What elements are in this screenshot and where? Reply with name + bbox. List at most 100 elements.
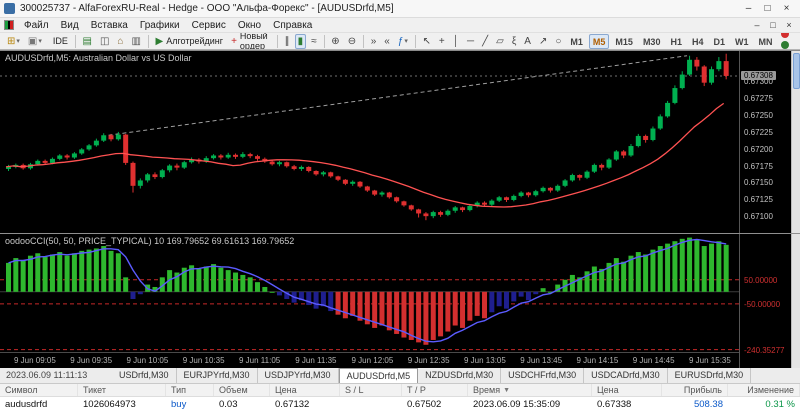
vertical-line-button[interactable]: │: [450, 34, 462, 49]
column-header-tp[interactable]: T / P: [402, 384, 468, 396]
chart-tab[interactable]: EURJPYrfd,M30: [177, 368, 258, 383]
column-header-label: Тип: [171, 385, 187, 395]
arrows-button-icon: ↗: [538, 35, 548, 47]
timeframe-h1[interactable]: H1: [666, 34, 686, 49]
time-axis-label: 9 Jun 09:05: [14, 356, 56, 365]
algo-trading-button[interactable]: ▶ Алготрейдинг: [153, 34, 227, 49]
auto-scroll-button[interactable]: »: [368, 34, 380, 49]
menu-item-view[interactable]: Вид: [55, 18, 85, 33]
main-chart[interactable]: AUDUSDrfd,M5: Australian Dollar vs US Do…: [0, 51, 739, 233]
bars-chart-button-icon: ∥: [284, 35, 290, 47]
position-row[interactable]: audusdrfd 1026064973 buy 0.03 0.67132 0.67502…: [0, 397, 800, 411]
close-button[interactable]: ×: [777, 3, 796, 14]
column-header-sl[interactable]: S / L: [340, 384, 402, 396]
vertical-scrollbar[interactable]: [791, 51, 800, 368]
price-label: 0.67125: [744, 195, 773, 205]
chart-tab[interactable]: USDCADrfd,M30: [584, 368, 668, 383]
chart-menu-icon[interactable]: [4, 20, 14, 30]
new-order-button[interactable]: + Новый ордер: [228, 33, 273, 49]
new-order-button-icon: +: [231, 35, 237, 47]
timeframe-m1[interactable]: M1: [566, 34, 587, 49]
timeframe-mn[interactable]: MN: [755, 34, 777, 49]
menu-item-insert[interactable]: Вставка: [85, 18, 134, 33]
timeframe-h4[interactable]: H4: [688, 34, 708, 49]
maximize-button[interactable]: □: [758, 3, 777, 14]
toolbar-separator: [277, 34, 278, 48]
shapes-button[interactable]: ○: [552, 34, 564, 49]
column-header-change[interactable]: Изменение: [728, 384, 800, 396]
column-header-label: S / L: [345, 385, 364, 395]
cursor-button-icon: ↖: [422, 35, 431, 47]
scrollbar-thumb[interactable]: [793, 53, 800, 89]
chart-close-button[interactable]: ×: [781, 20, 797, 30]
column-header-time[interactable]: Время ▼: [468, 384, 592, 396]
line-chart-button-icon: ≈: [311, 35, 317, 47]
text-button[interactable]: A: [521, 34, 534, 49]
horizontal-line-button[interactable]: ─: [464, 34, 477, 49]
timeframe-m30[interactable]: M30: [639, 34, 665, 49]
chart-minimize-button[interactable]: –: [749, 20, 765, 30]
chart-tabs-bar: 2023.06.09 11:11:13 USDrfd,M30 EURJPYrfd,…: [0, 367, 800, 383]
menu-item-charts[interactable]: Графики: [134, 18, 186, 33]
auto-scroll-button-icon: »: [370, 35, 377, 47]
candles-chart-button[interactable]: ▮: [294, 33, 307, 49]
channel-button[interactable]: ▱: [493, 34, 507, 49]
menu-item-file[interactable]: Файл: [18, 18, 55, 33]
ide-button[interactable]: IDE: [47, 34, 71, 49]
column-header-label: Время: [473, 385, 501, 395]
crosshair-button[interactable]: +: [436, 34, 448, 49]
alert-status-icon: [780, 33, 789, 38]
current-price-badge: 0.67308: [741, 70, 776, 80]
timeframe-m15[interactable]: M15: [611, 34, 637, 49]
timeframe-d1[interactable]: D1: [709, 34, 729, 49]
zoom-out-button[interactable]: ⊖: [345, 34, 359, 49]
time-axis[interactable]: 9 Jun 09:05 9 Jun 09:35 9 Jun 10:05 9 Jun 1…: [0, 352, 739, 368]
line-chart-button[interactable]: ≈: [308, 34, 320, 49]
indicator-chart[interactable]: oodooCCI(50, 50, PRICE_TYPICAL) 10 169.7…: [0, 234, 739, 352]
zoom-in-button[interactable]: ⊕: [328, 34, 342, 49]
data-window-button[interactable]: ◫: [97, 34, 112, 49]
profiles-button[interactable]: ▣ ▾: [25, 34, 45, 49]
chart-tab[interactable]: USDrfd,M30: [112, 368, 177, 383]
cell-tp: 0.67502: [407, 398, 442, 410]
cell-ticket: 1026064973: [83, 398, 136, 410]
chart-tab[interactable]: USDCHFrfd,M30: [501, 368, 585, 383]
navigator-button[interactable]: ⌂: [114, 34, 126, 49]
column-header-price_current[interactable]: Цена: [592, 384, 662, 396]
minimize-button[interactable]: –: [739, 3, 758, 14]
chart-tab[interactable]: NZDUSDrfd,M30: [418, 368, 502, 383]
toolbar-separator: [414, 34, 416, 48]
chart-tab[interactable]: USDJPYrfd,M30: [258, 368, 339, 383]
time-axis-label: 9 Jun 12:35: [407, 356, 450, 365]
pane-splitter[interactable]: [0, 233, 800, 234]
menu-item-help[interactable]: Справка: [267, 18, 318, 33]
column-header-volume[interactable]: Объем: [214, 384, 270, 396]
market-watch-button[interactable]: ▤: [80, 34, 95, 49]
column-header-price_open[interactable]: Цена: [270, 384, 340, 396]
indicators-button[interactable]: ƒ ▾: [395, 34, 411, 49]
arrows-button[interactable]: ↗: [536, 34, 550, 49]
toolbar-separator: [147, 34, 149, 48]
menu-item-tools[interactable]: Сервис: [186, 18, 232, 33]
chart-shift-button[interactable]: «: [381, 34, 393, 49]
vertical-line-button-icon: │: [452, 35, 459, 47]
bars-chart-button[interactable]: ∥: [282, 34, 293, 49]
toolbox-button[interactable]: ▥: [128, 34, 143, 49]
chart-restore-button[interactable]: □: [765, 20, 781, 30]
timeframe-w1[interactable]: W1: [731, 34, 753, 49]
menu-item-window[interactable]: Окно: [232, 18, 267, 33]
trendline-button[interactable]: ╱: [479, 34, 491, 49]
column-header-profit[interactable]: Прибыль: [662, 384, 728, 396]
chart-tab[interactable]: AUDUSDrfd,M5: [338, 368, 419, 383]
column-header-symbol[interactable]: Символ: [0, 384, 78, 396]
cursor-button[interactable]: ↖: [420, 34, 434, 49]
connection-status-icon: [780, 41, 789, 49]
column-header-ticket[interactable]: Тикет: [78, 384, 166, 396]
price-label: 0.67250: [744, 111, 773, 121]
new-chart-button[interactable]: ⊞ ▾: [4, 34, 23, 49]
timeframe-m5[interactable]: M5: [588, 33, 610, 49]
column-header-type[interactable]: Тип: [166, 384, 214, 396]
fibonacci-button[interactable]: ξ: [509, 34, 519, 49]
price-scale[interactable]: 0.67300 0.67275 0.67250 0.67225 0.67200 0.671…: [739, 51, 791, 368]
chart-tab[interactable]: EURUSDrfd,M30: [668, 368, 752, 383]
